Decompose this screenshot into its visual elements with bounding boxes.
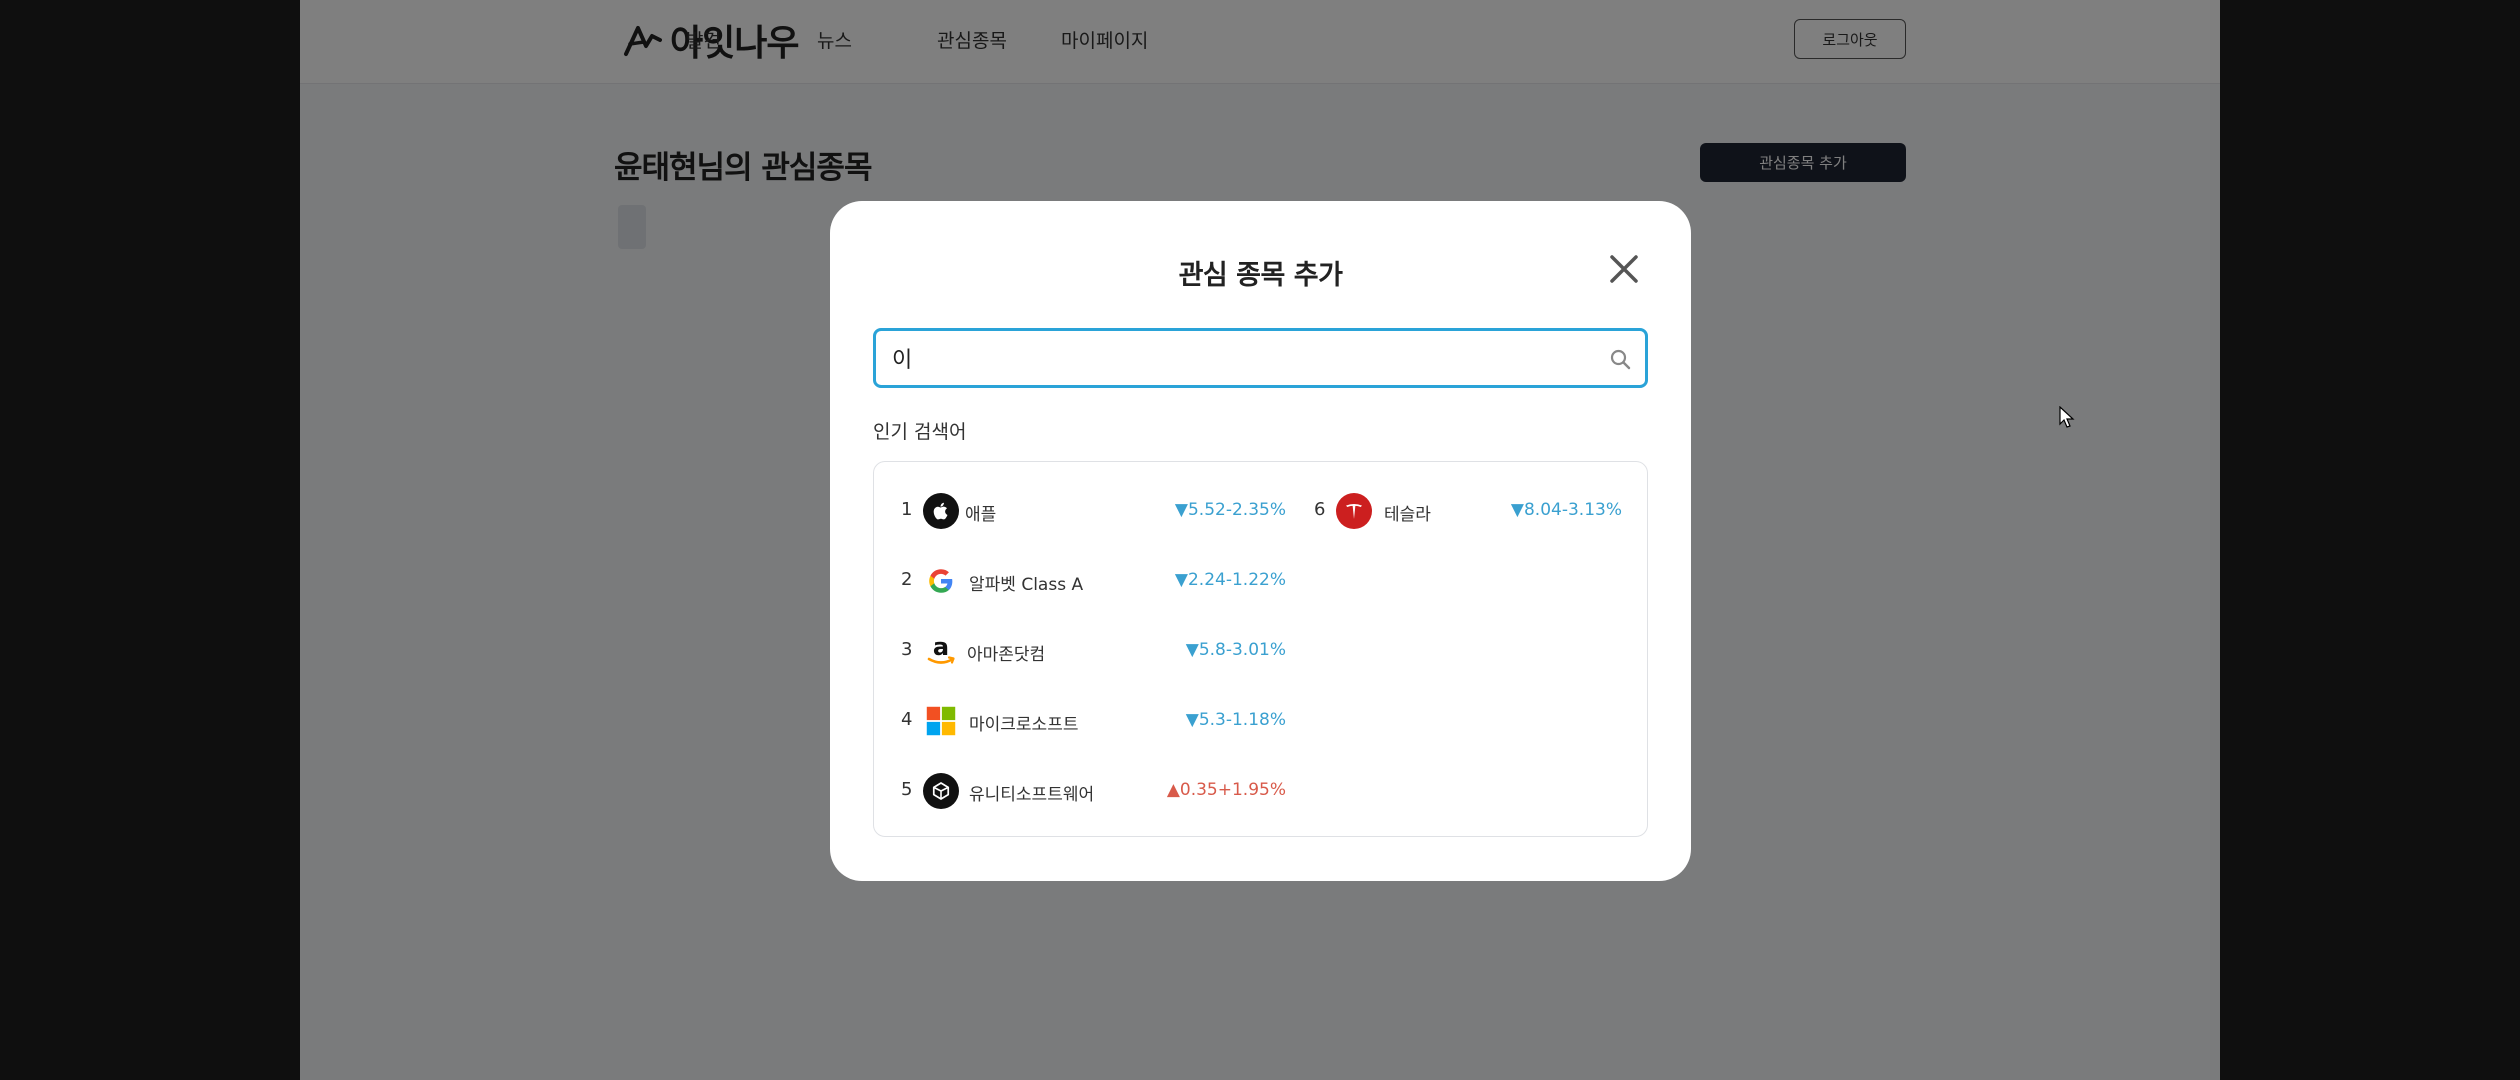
app-viewport: 아잇나우 발견 뉴스 관심종목 마이페이지 로그아웃 윤태현님의 관심종목 관심…	[300, 0, 2220, 1080]
search-field[interactable]	[873, 328, 1648, 388]
rank-number: 6	[1314, 499, 1326, 520]
tesla-icon	[1336, 493, 1372, 529]
rank-number: 2	[901, 569, 913, 590]
stock-row-tesla[interactable]: 6 테슬라 ▼8.04-3.13%	[1314, 489, 1622, 533]
stock-name: 알파벳 Class A	[969, 575, 1084, 595]
microsoft-icon	[923, 703, 959, 739]
stock-name: 유니티소프트웨어	[969, 785, 1095, 805]
stock-name: 애플	[965, 505, 997, 525]
stock-change: ▼8.04-3.13%	[1510, 500, 1622, 520]
modal-title: 관심 종목 추가	[1178, 260, 1343, 291]
stock-name: 아마존닷컴	[967, 645, 1046, 665]
stock-row-alphabet[interactable]: 2 알파벳 Class A ▼2.24-1.22%	[901, 559, 1286, 603]
rank-number: 3	[901, 639, 913, 660]
stock-row-unity[interactable]: 5 유니티소프트웨어 ▲0.35+1.95%	[901, 769, 1286, 813]
apple-icon	[923, 493, 959, 529]
stock-change: ▼2.24-1.22%	[1174, 570, 1286, 590]
popular-searches-label: 인기 검색어	[873, 421, 967, 443]
stock-change: ▼5.8-3.01%	[1185, 640, 1286, 660]
amazon-icon: a	[923, 633, 959, 669]
add-watchlist-modal: 관심 종목 추가 인기 검색어 1 애플 ▼5.52-2.35%	[830, 201, 1691, 881]
rank-number: 5	[901, 779, 913, 800]
stock-change: ▼5.3-1.18%	[1185, 710, 1286, 730]
search-input[interactable]	[892, 343, 1582, 373]
search-icon[interactable]	[1608, 347, 1634, 373]
rank-number: 4	[901, 709, 913, 730]
stock-row-microsoft[interactable]: 4 마이크로소프트 ▼5.3-1.18%	[901, 699, 1286, 743]
popular-searches-list: 1 애플 ▼5.52-2.35% 2 알파벳 Class A ▼2.24-1.2…	[873, 461, 1648, 837]
google-icon	[923, 563, 959, 599]
svg-text:a: a	[933, 633, 949, 661]
stock-name: 마이크로소프트	[969, 715, 1079, 735]
stock-row-apple[interactable]: 1 애플 ▼5.52-2.35%	[901, 489, 1286, 533]
stock-name: 테슬라	[1384, 505, 1431, 525]
close-icon[interactable]	[1606, 251, 1642, 287]
stock-change: ▼5.52-2.35%	[1174, 500, 1286, 520]
rank-number: 1	[901, 499, 913, 520]
stock-row-amazon[interactable]: 3 a 아마존닷컴 ▼5.8-3.01%	[901, 629, 1286, 673]
stock-change: ▲0.35+1.95%	[1166, 780, 1286, 800]
cursor-icon	[2059, 406, 2075, 428]
unity-icon	[923, 773, 959, 809]
